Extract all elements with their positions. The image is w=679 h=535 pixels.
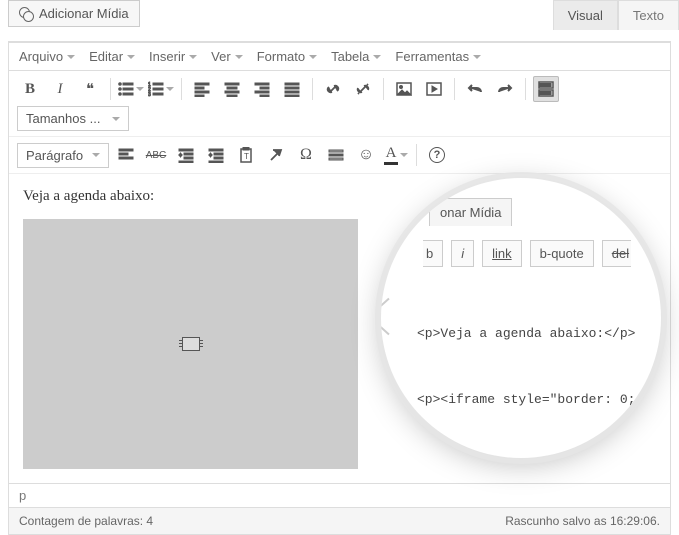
paste-text-button[interactable]: T — [233, 142, 259, 168]
toolbar-row-2: Parágrafo ABC T Ω ☺ A ? — [9, 137, 670, 174]
menu-editar[interactable]: Editar — [89, 49, 135, 64]
media-button[interactable] — [421, 76, 447, 102]
element-path[interactable]: p — [9, 483, 670, 507]
paragraph-format-select[interactable]: Parágrafo — [17, 143, 109, 168]
mag-bquote-button[interactable]: b-quote — [530, 240, 594, 267]
menu-arquivo[interactable]: Arquivo — [19, 49, 75, 64]
tab-visual[interactable]: Visual — [553, 0, 618, 30]
menu-bar: Arquivo Editar Inserir Ver Formato Tabel… — [9, 42, 670, 71]
text-color-button[interactable]: A — [383, 142, 409, 168]
mag-quicktag-bar: b i link b-quote del — [423, 240, 643, 267]
undo-button[interactable] — [462, 76, 488, 102]
align-left-button[interactable] — [189, 76, 215, 102]
align-justify-button[interactable] — [279, 76, 305, 102]
bullet-list-button[interactable] — [118, 76, 144, 102]
tab-text[interactable]: Texto — [618, 0, 679, 30]
toolbar-row-1: B I ❝ 123 Tamanhos ... — [9, 71, 670, 137]
menu-formato[interactable]: Formato — [257, 49, 317, 64]
special-char-button[interactable]: Ω — [293, 142, 319, 168]
menu-ver[interactable]: Ver — [211, 49, 243, 64]
image-button[interactable] — [391, 76, 417, 102]
media-icon — [19, 7, 33, 21]
emoji-button[interactable]: ☺ — [353, 142, 379, 168]
indent-button[interactable] — [203, 142, 229, 168]
link-button[interactable] — [320, 76, 346, 102]
bold-button[interactable]: B — [17, 76, 43, 102]
menu-tabela[interactable]: Tabela — [331, 49, 381, 64]
menu-inserir[interactable]: Inserir — [149, 49, 197, 64]
add-media-label: Adicionar Mídia — [39, 6, 129, 21]
blockquote-button[interactable]: ❝ — [77, 76, 103, 102]
svg-text:3: 3 — [148, 92, 151, 97]
strikethrough-button[interactable]: ABC — [143, 142, 169, 168]
add-media-button[interactable]: Adicionar Mídia — [8, 0, 140, 27]
help-button[interactable]: ? — [424, 142, 450, 168]
menu-ferramentas[interactable]: Ferramentas — [395, 49, 481, 64]
view-tabs: Visual Texto — [553, 0, 679, 30]
draft-saved: Rascunho salvo as 16:29:06. — [505, 514, 660, 528]
mag-del-button[interactable]: del — [602, 240, 631, 267]
video-placeholder-icon — [182, 337, 200, 351]
align-menu-button[interactable] — [113, 142, 139, 168]
outdent-button[interactable] — [173, 142, 199, 168]
redo-button[interactable] — [492, 76, 518, 102]
svg-text:T: T — [244, 152, 249, 161]
media-placeholder[interactable] — [23, 219, 358, 469]
mag-add-media-tab: onar Mídia — [429, 198, 512, 226]
italic-button[interactable]: I — [47, 76, 73, 102]
mag-link-button[interactable]: link — [482, 240, 522, 267]
mag-i-button[interactable]: i — [451, 240, 474, 267]
mag-b-button[interactable]: b — [423, 240, 443, 267]
word-count: Contagem de palavras: 4 — [19, 514, 153, 528]
unlink-button[interactable] — [350, 76, 376, 102]
align-right-button[interactable] — [249, 76, 275, 102]
magnified-inset: onar Mídia b i link b-quote del <p>Veja … — [381, 178, 661, 458]
toolbar-toggle-button[interactable] — [533, 76, 559, 102]
hr-button[interactable] — [323, 142, 349, 168]
align-center-button[interactable] — [219, 76, 245, 102]
font-sizes-select[interactable]: Tamanhos ... — [17, 106, 129, 131]
clear-format-button[interactable] — [263, 142, 289, 168]
footer-bar: Contagem de palavras: 4 Rascunho salvo a… — [9, 507, 670, 534]
numbered-list-button[interactable]: 123 — [148, 76, 174, 102]
mag-code-view: <p>Veja a agenda abaixo:</p> <p><iframe … — [417, 279, 643, 458]
